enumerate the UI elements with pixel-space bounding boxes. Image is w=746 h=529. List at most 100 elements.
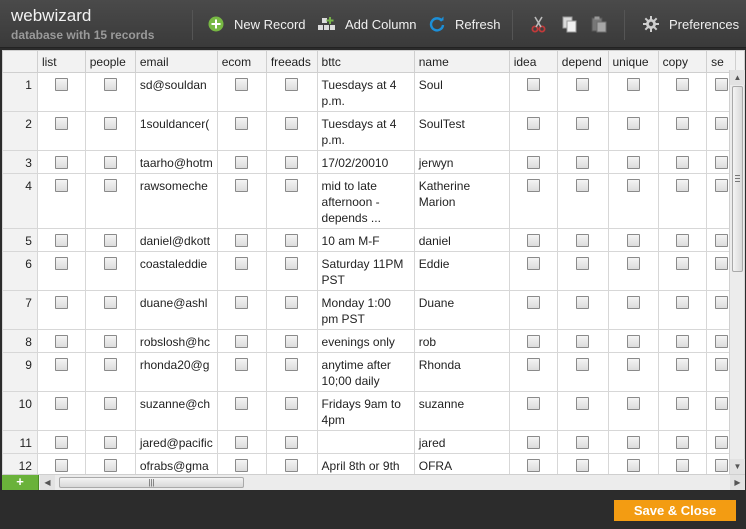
se-checkbox[interactable]: [714, 436, 728, 449]
copy-checkbox[interactable]: [675, 358, 689, 371]
se-checkbox[interactable]: [714, 78, 728, 91]
name-cell[interactable]: Rhonda: [413, 352, 510, 392]
bttc-cell[interactable]: Tuesdays at 4 p.m.: [316, 72, 415, 112]
add-row-button[interactable]: +: [2, 475, 39, 490]
idea-checkbox[interactable]: [526, 234, 540, 247]
depend-checkbox[interactable]: [576, 257, 590, 270]
se-checkbox[interactable]: [714, 335, 728, 348]
table-row[interactable]: 1 sd@souldan Tuesdays at 4 p.m. Soul: [2, 72, 745, 112]
table-row[interactable]: 10 suzanne@ch Fridays 9am to 4pm suzanne: [2, 391, 745, 431]
copy-checkbox[interactable]: [675, 179, 689, 192]
name-cell[interactable]: daniel: [413, 228, 510, 252]
cut-icon[interactable]: [531, 15, 547, 33]
bttc-cell[interactable]: anytime after 10;00 daily: [316, 352, 415, 392]
unique-checkbox[interactable]: [626, 257, 640, 270]
copy-checkbox[interactable]: [675, 156, 689, 169]
ecom-checkbox[interactable]: [235, 436, 249, 449]
save-close-button[interactable]: Save & Close: [614, 500, 736, 521]
freeads-checkbox[interactable]: [285, 358, 299, 371]
bttc-cell[interactable]: Fridays 9am to 4pm: [316, 391, 415, 431]
column-header-depend[interactable]: depend: [556, 50, 609, 73]
list-checkbox[interactable]: [54, 296, 68, 309]
ecom-checkbox[interactable]: [235, 296, 249, 309]
depend-checkbox[interactable]: [576, 397, 590, 410]
refresh-button[interactable]: Refresh: [428, 13, 501, 35]
ecom-checkbox[interactable]: [235, 257, 249, 270]
list-checkbox[interactable]: [54, 335, 68, 348]
unique-checkbox[interactable]: [626, 117, 640, 130]
table-row[interactable]: 12 ofrabs@gma April 8th or 9th OFRA: [2, 453, 745, 475]
idea-checkbox[interactable]: [526, 117, 540, 130]
name-cell[interactable]: Duane: [413, 290, 510, 330]
name-cell[interactable]: Soul: [413, 72, 510, 112]
name-cell[interactable]: suzanne: [413, 391, 510, 431]
idea-checkbox[interactable]: [526, 459, 540, 472]
list-checkbox[interactable]: [54, 358, 68, 371]
scroll-left-arrow-icon[interactable]: ◀: [40, 475, 55, 490]
unique-checkbox[interactable]: [626, 335, 640, 348]
email-cell[interactable]: rhonda20@g: [134, 352, 218, 392]
name-cell[interactable]: Katherine Marion: [413, 173, 510, 229]
copy-icon[interactable]: [562, 15, 578, 33]
copy-checkbox[interactable]: [675, 78, 689, 91]
freeads-checkbox[interactable]: [285, 117, 299, 130]
freeads-checkbox[interactable]: [285, 156, 299, 169]
freeads-checkbox[interactable]: [285, 179, 299, 192]
idea-checkbox[interactable]: [526, 78, 540, 91]
vertical-scroll-thumb[interactable]: [732, 86, 743, 272]
name-cell[interactable]: Eddie: [413, 251, 510, 291]
email-cell[interactable]: taarho@hotm: [134, 150, 218, 174]
bttc-cell[interactable]: evenings only: [316, 329, 415, 353]
column-header-bttc[interactable]: bttc: [316, 50, 415, 73]
freeads-checkbox[interactable]: [285, 257, 299, 270]
name-cell[interactable]: rob: [413, 329, 510, 353]
unique-checkbox[interactable]: [626, 358, 640, 371]
column-header-freeads[interactable]: freeads: [265, 50, 318, 73]
people-checkbox[interactable]: [103, 234, 117, 247]
idea-checkbox[interactable]: [526, 257, 540, 270]
table-row[interactable]: 2 1souldancer(Tuesdays at 4 p.m. SoulTest: [2, 111, 745, 151]
depend-checkbox[interactable]: [576, 234, 590, 247]
ecom-checkbox[interactable]: [235, 397, 249, 410]
unique-checkbox[interactable]: [626, 436, 640, 449]
freeads-checkbox[interactable]: [285, 397, 299, 410]
depend-checkbox[interactable]: [576, 78, 590, 91]
table-row[interactable]: 3 taarho@hotm 17/02/20010 jerwyn: [2, 150, 745, 174]
depend-checkbox[interactable]: [576, 459, 590, 472]
idea-checkbox[interactable]: [526, 358, 540, 371]
list-checkbox[interactable]: [54, 459, 68, 472]
idea-checkbox[interactable]: [526, 296, 540, 309]
horizontal-scroll-thumb[interactable]: |||: [59, 477, 244, 488]
idea-checkbox[interactable]: [526, 436, 540, 449]
people-checkbox[interactable]: [103, 436, 117, 449]
se-checkbox[interactable]: [714, 257, 728, 270]
copy-checkbox[interactable]: [675, 397, 689, 410]
people-checkbox[interactable]: [103, 257, 117, 270]
list-checkbox[interactable]: [54, 156, 68, 169]
list-checkbox[interactable]: [54, 257, 68, 270]
ecom-checkbox[interactable]: [235, 78, 249, 91]
people-checkbox[interactable]: [103, 156, 117, 169]
depend-checkbox[interactable]: [576, 358, 590, 371]
email-cell[interactable]: daniel@dkott: [134, 228, 218, 252]
column-header-copy[interactable]: copy: [657, 50, 708, 73]
depend-checkbox[interactable]: [576, 436, 590, 449]
email-cell[interactable]: ofrabs@gma: [134, 453, 218, 475]
people-checkbox[interactable]: [103, 397, 117, 410]
people-checkbox[interactable]: [103, 358, 117, 371]
se-checkbox[interactable]: [714, 397, 728, 410]
idea-checkbox[interactable]: [526, 397, 540, 410]
depend-checkbox[interactable]: [576, 156, 590, 169]
email-cell[interactable]: robslosh@hc: [134, 329, 218, 353]
freeads-checkbox[interactable]: [285, 459, 299, 472]
se-checkbox[interactable]: [714, 459, 728, 472]
copy-checkbox[interactable]: [675, 335, 689, 348]
copy-checkbox[interactable]: [675, 117, 689, 130]
ecom-checkbox[interactable]: [235, 156, 249, 169]
freeads-checkbox[interactable]: [285, 296, 299, 309]
column-header-people[interactable]: people: [84, 50, 136, 73]
bttc-cell[interactable]: mid to late afternoon - depends ...: [316, 173, 415, 229]
table-row[interactable]: 6 coastaleddie Saturday 11PM PST Eddie: [2, 251, 745, 291]
ecom-checkbox[interactable]: [235, 117, 249, 130]
column-header-email[interactable]: email: [134, 50, 218, 73]
